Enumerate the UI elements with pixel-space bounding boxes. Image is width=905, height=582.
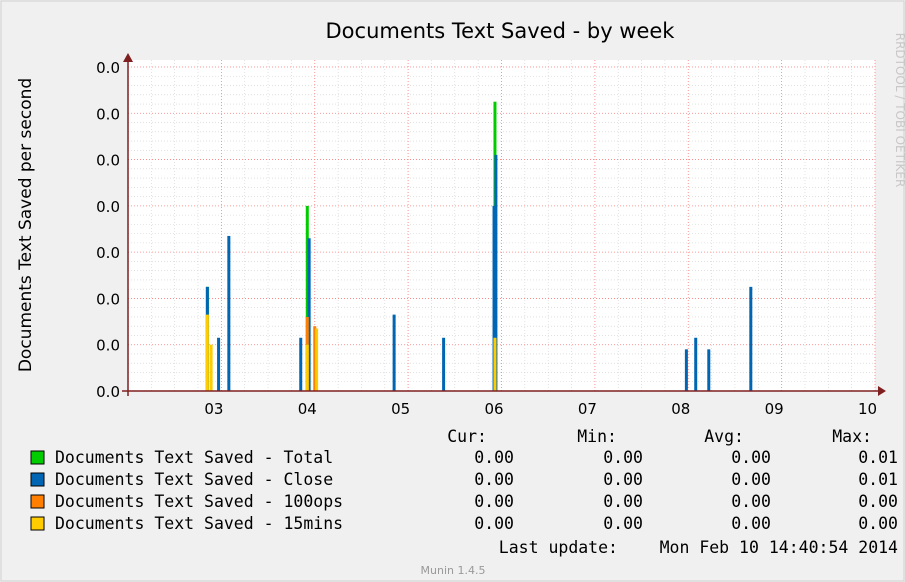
legend-swatch-close <box>30 472 45 487</box>
footer-version: Munin 1.4.5 <box>421 564 486 577</box>
y-tick-label: 0.0 <box>96 383 120 401</box>
legend-swatch-100ops <box>30 494 45 509</box>
y-tick-label: 0.0 <box>96 105 120 123</box>
bar-close <box>227 235 231 391</box>
legend-min-total: 0.00 <box>603 448 643 467</box>
y-axis-label: Documents Text Saved per second <box>16 78 36 372</box>
chart: Documents Text Saved - by week Documents… <box>0 0 905 582</box>
legend-label-close: Documents Text Saved - Close <box>55 470 333 489</box>
bar-close <box>707 349 711 391</box>
legend-avg-close: 0.00 <box>731 470 771 489</box>
x-tick-label: 03 <box>204 400 223 418</box>
x-tick-label: 07 <box>578 400 597 418</box>
legend-cur-15mins: 0.00 <box>474 514 514 533</box>
bar-close <box>684 349 688 391</box>
legend-avg-15mins: 0.00 <box>731 514 771 533</box>
bar-15mins <box>315 328 319 391</box>
y-tick-label: 0.0 <box>96 59 120 77</box>
legend-max-close: 0.01 <box>858 470 898 489</box>
x-tick-label: 08 <box>671 400 690 418</box>
bar-close <box>694 337 698 391</box>
bar-15mins <box>305 344 309 391</box>
legend-header-min: Min: <box>577 427 617 446</box>
bar-15mins <box>493 337 497 391</box>
bar-close <box>299 337 303 391</box>
legend-avg-100ops: 0.00 <box>731 492 771 511</box>
legend-label-total: Documents Text Saved - Total <box>55 448 333 467</box>
x-tick-label: 09 <box>765 400 784 418</box>
legend-label-100ops: Documents Text Saved - 100ops <box>55 492 343 511</box>
watermark-text: RRDTOOL / TOBI OETIKER <box>893 33 905 188</box>
bar-close <box>442 337 446 391</box>
x-tick-label: 05 <box>391 400 410 418</box>
legend-cur-total: 0.00 <box>474 448 514 467</box>
legend-cur-100ops: 0.00 <box>474 492 514 511</box>
y-tick-label: 0.0 <box>96 244 120 262</box>
legend-header-avg: Avg: <box>704 427 744 446</box>
y-tick-label: 0.0 <box>96 198 120 216</box>
last-update-label: Last update: <box>499 538 618 557</box>
legend-max-100ops: 0.00 <box>858 492 898 511</box>
legend-min-100ops: 0.00 <box>603 492 643 511</box>
x-tick-label: 06 <box>484 400 503 418</box>
last-update-value: Mon Feb 10 14:40:54 2014 <box>660 538 898 557</box>
y-tick-label: 0.0 <box>96 152 120 170</box>
x-tick-label: 04 <box>298 400 317 418</box>
legend-min-15mins: 0.00 <box>603 514 643 533</box>
bar-15mins <box>205 314 209 391</box>
legend-label-15mins: Documents Text Saved - 15mins <box>55 514 343 533</box>
legend-max-15mins: 0.00 <box>858 514 898 533</box>
chart-title: Documents Text Saved - by week <box>326 19 676 43</box>
legend-avg-total: 0.00 <box>731 448 771 467</box>
bar-close <box>392 314 396 391</box>
legend-header-max: Max: <box>832 427 872 446</box>
legend-swatch-total <box>30 450 45 465</box>
bar-close <box>749 286 753 391</box>
legend-swatch-15mins <box>30 516 45 531</box>
x-tick-label: 10 <box>858 400 877 418</box>
y-tick-label: 0.0 <box>96 290 120 308</box>
y-tick-label: 0.0 <box>96 337 120 355</box>
bar-15mins <box>209 344 213 391</box>
legend-header-cur: Cur: <box>447 427 487 446</box>
legend-min-close: 0.00 <box>603 470 643 489</box>
legend-cur-close: 0.00 <box>474 470 514 489</box>
legend-max-total: 0.01 <box>858 448 898 467</box>
bar-close <box>217 337 221 391</box>
